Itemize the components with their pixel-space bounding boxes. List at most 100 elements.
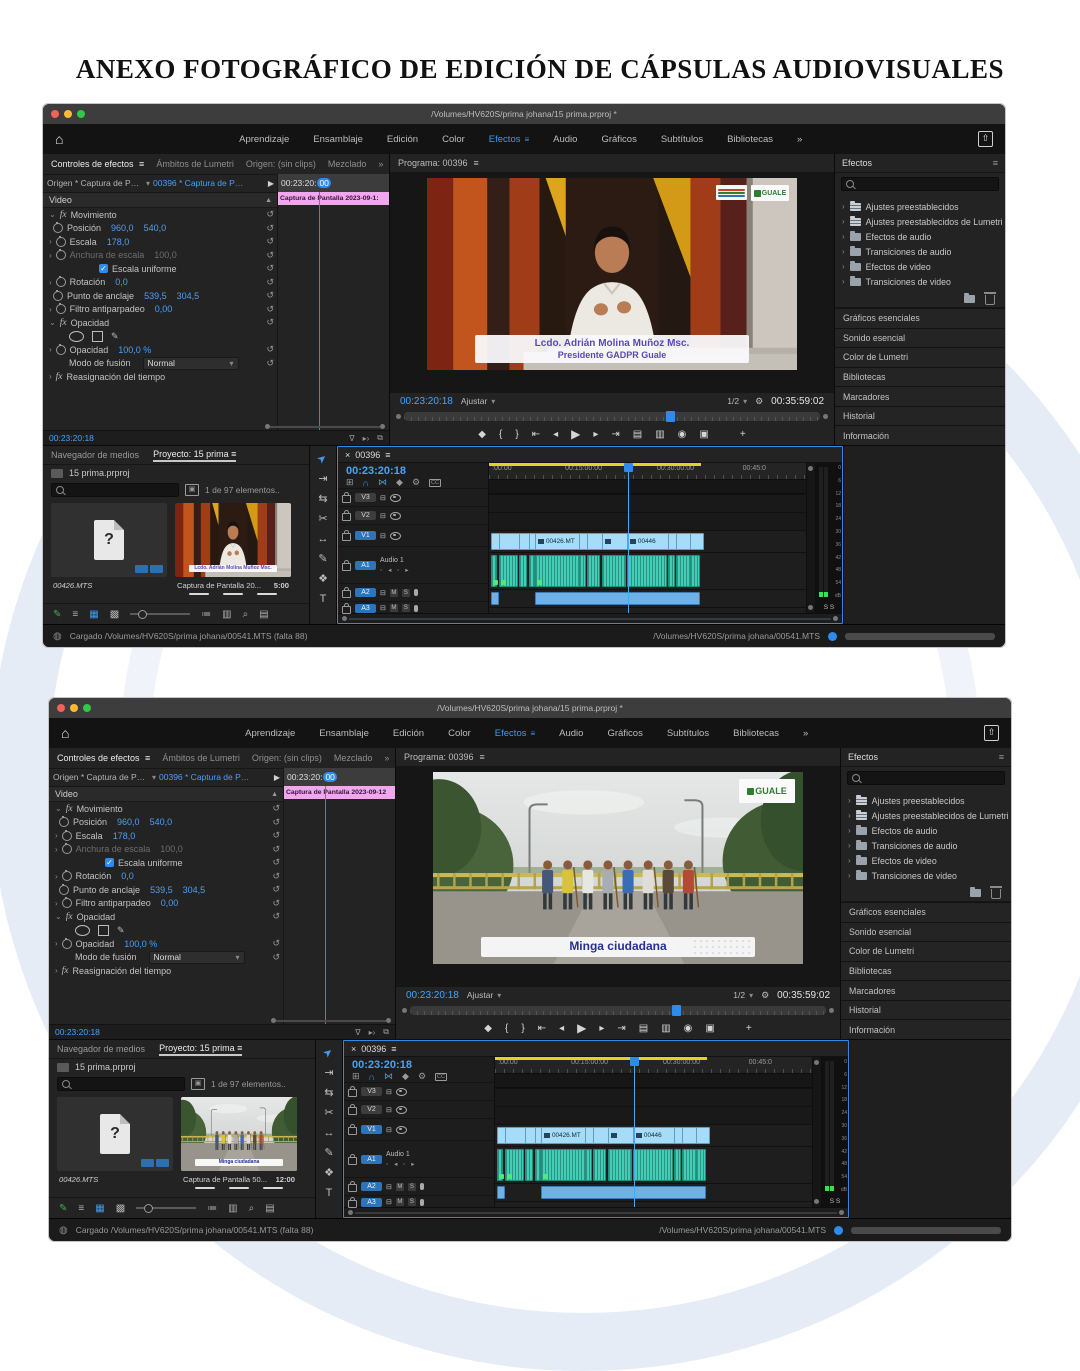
video-clip[interactable]: 00446 [627,533,671,550]
compare-icon[interactable]: ▣ [699,429,708,440]
track-target-v2[interactable]: V2 [355,511,376,520]
playback-resolution-select[interactable]: 1/2▾ [733,990,753,1000]
tab-graficos-esenciales[interactable]: Gráficos esenciales [835,308,1005,328]
timeline-lanes[interactable]: :00:0000:15:00:0000:30:00:0000:45:0 0042… [489,463,806,613]
play-icon[interactable]: ▶ [571,427,580,441]
lock-icon[interactable] [342,495,351,503]
fit-select[interactable]: Ajustar▾ [461,396,495,406]
reset-icon[interactable]: ↺ [266,304,274,315]
stopwatch-icon[interactable] [59,885,69,895]
mute-button[interactable]: M [396,1183,404,1191]
twirl-icon[interactable]: › [55,899,58,908]
work-area-bar[interactable] [489,463,701,466]
media-item-capture[interactable]: Minga ciudadana Captura de Pantalla 50..… [181,1097,297,1197]
media-item-offline[interactable]: ? 00426.MTS [51,503,167,603]
new-bin-icon[interactable]: ▤ [259,609,268,620]
timeline-lanes[interactable]: :00:0000:15:00:0000:30:00:0000:45:0 0042… [495,1057,812,1207]
chevron-right-icon[interactable]: › [848,841,851,850]
mini-timeline-clip[interactable]: Captura de Pantalla 2023-09-12 [284,786,395,799]
tab-historial[interactable]: Historial [841,1000,1011,1020]
lock-icon[interactable] [348,1107,357,1115]
twirl-icon[interactable]: ⌄ [49,318,56,327]
icon-view-icon[interactable]: ▦ [89,609,98,620]
stopwatch-icon[interactable] [53,223,63,233]
mini-timeline-scrollbar[interactable] [265,424,385,429]
keyframe-nav-icons[interactable]: ◦ ◂ ◦ ▸ [380,566,411,574]
scroll-handle-right[interactable] [823,414,828,419]
track-header-v2[interactable]: V2⊟ [344,1100,494,1118]
mute-button[interactable]: M [390,589,398,597]
step-back-icon[interactable]: ◂ [553,429,558,440]
linked-selection-icon[interactable]: ⋈ [384,1071,393,1082]
voiceover-mic-icon[interactable] [414,605,418,612]
chevron-right-icon[interactable]: › [848,871,851,880]
ellipse-mask-icon[interactable] [75,925,90,936]
reset-icon[interactable]: ↺ [266,263,274,274]
settings-wrench-icon[interactable]: ⚙ [761,990,769,1001]
audio-clip[interactable] [608,1149,632,1181]
tab-bibliotecas[interactable]: Bibliotecas [835,367,1005,387]
lock-icon[interactable] [348,1200,357,1208]
track-target-v1[interactable]: V1 [361,1125,382,1134]
reset-icon[interactable]: ↺ [266,344,274,355]
panel-tab-origen-sin-clips-[interactable]: Origen: (sin clips) [246,159,316,169]
mini-timeline-ruler[interactable]: 00:23:20:00 [278,174,389,192]
source-patch-icon[interactable]: ⊟ [386,1088,392,1096]
lock-icon[interactable] [342,590,351,598]
nest-icon[interactable]: ⊞ [352,1071,360,1082]
chevron-right-icon[interactable]: › [842,232,845,241]
chevron-right-icon[interactable]: › [842,277,845,286]
track-target-a2[interactable]: A2 [361,1182,382,1191]
reset-icon[interactable]: ↺ [272,871,280,882]
snap-icon[interactable]: ∩ [369,1072,375,1082]
panel-tab-origen-sin-clips-[interactable]: Origen: (sin clips) [252,753,322,763]
collapse-icon[interactable]: ▲ [265,197,272,204]
audio-clip[interactable] [696,1149,706,1181]
icon-view-icon[interactable]: ▦ [95,1203,104,1214]
scrubber-playhead[interactable] [672,1005,681,1016]
settings-wrench-icon[interactable]: ⚙ [755,396,763,407]
track-lane-a3[interactable] [489,607,806,613]
slip-tool-icon[interactable]: ↔ [324,1128,335,1139]
audio-clip[interactable] [491,592,499,605]
audio-clip[interactable] [499,555,518,587]
panel-menu-icon[interactable]: ≡ [474,158,479,168]
reset-icon[interactable]: ↺ [266,236,274,247]
stopwatch-icon[interactable] [56,277,66,287]
list-view-icon[interactable]: ≡ [72,609,78,620]
mark-in-icon[interactable]: { [505,1023,508,1034]
reset-icon[interactable]: ↺ [272,803,280,814]
pen-tool-icon[interactable]: ✎ [324,1148,333,1159]
track-lane-a2[interactable] [489,589,806,607]
export-frame-icon[interactable]: ◉ [684,1023,693,1034]
workspace-overflow-tab[interactable]: » [791,728,820,739]
scrubber-bar[interactable] [410,1006,826,1015]
workspace-tab-aprendizaje[interactable]: Aprendizaje [227,134,301,145]
timeline-hscrollbar[interactable] [338,613,842,623]
param-value[interactable]: 304,5 [177,291,200,301]
panel-menu-icon[interactable]: ≡ [385,450,390,460]
reset-icon[interactable]: ↺ [272,830,280,841]
reset-icon[interactable]: ↺ [272,844,280,855]
track-header-v1[interactable]: V1⊟ [344,1118,494,1140]
param-value[interactable]: 960,0 [111,223,134,233]
source-patch-icon[interactable]: ⊟ [380,532,386,540]
voiceover-mic-icon[interactable] [420,1199,424,1206]
lock-icon[interactable] [342,563,351,571]
mini-timeline-clip[interactable]: Captura de Pantalla 2023-09-1: [278,192,389,205]
panel-tabs-overflow[interactable]: » [378,159,383,169]
twirl-icon[interactable]: › [55,939,58,948]
panel-tab-mezclado[interactable]: Mezclado [328,159,367,169]
workspace-tab-subtitulos[interactable]: Subtítulos [655,728,721,739]
param-value[interactable]: 100,0 % [124,939,157,949]
reset-icon[interactable]: ↺ [266,250,274,261]
timeline-timecode[interactable]: 00:23:20:18 [338,463,488,477]
panel-tab-mezclado[interactable]: Mezclado [334,753,373,763]
audio-clip[interactable] [491,555,498,587]
slip-tool-icon[interactable]: ↔ [318,534,329,545]
reset-icon[interactable]: ↺ [266,223,274,234]
chevron-right-icon[interactable]: › [842,247,845,256]
audio-clip[interactable] [676,555,691,587]
export-frame-icon[interactable]: ◉ [678,429,687,440]
checkbox-checked-icon[interactable]: ✓ [105,858,114,867]
